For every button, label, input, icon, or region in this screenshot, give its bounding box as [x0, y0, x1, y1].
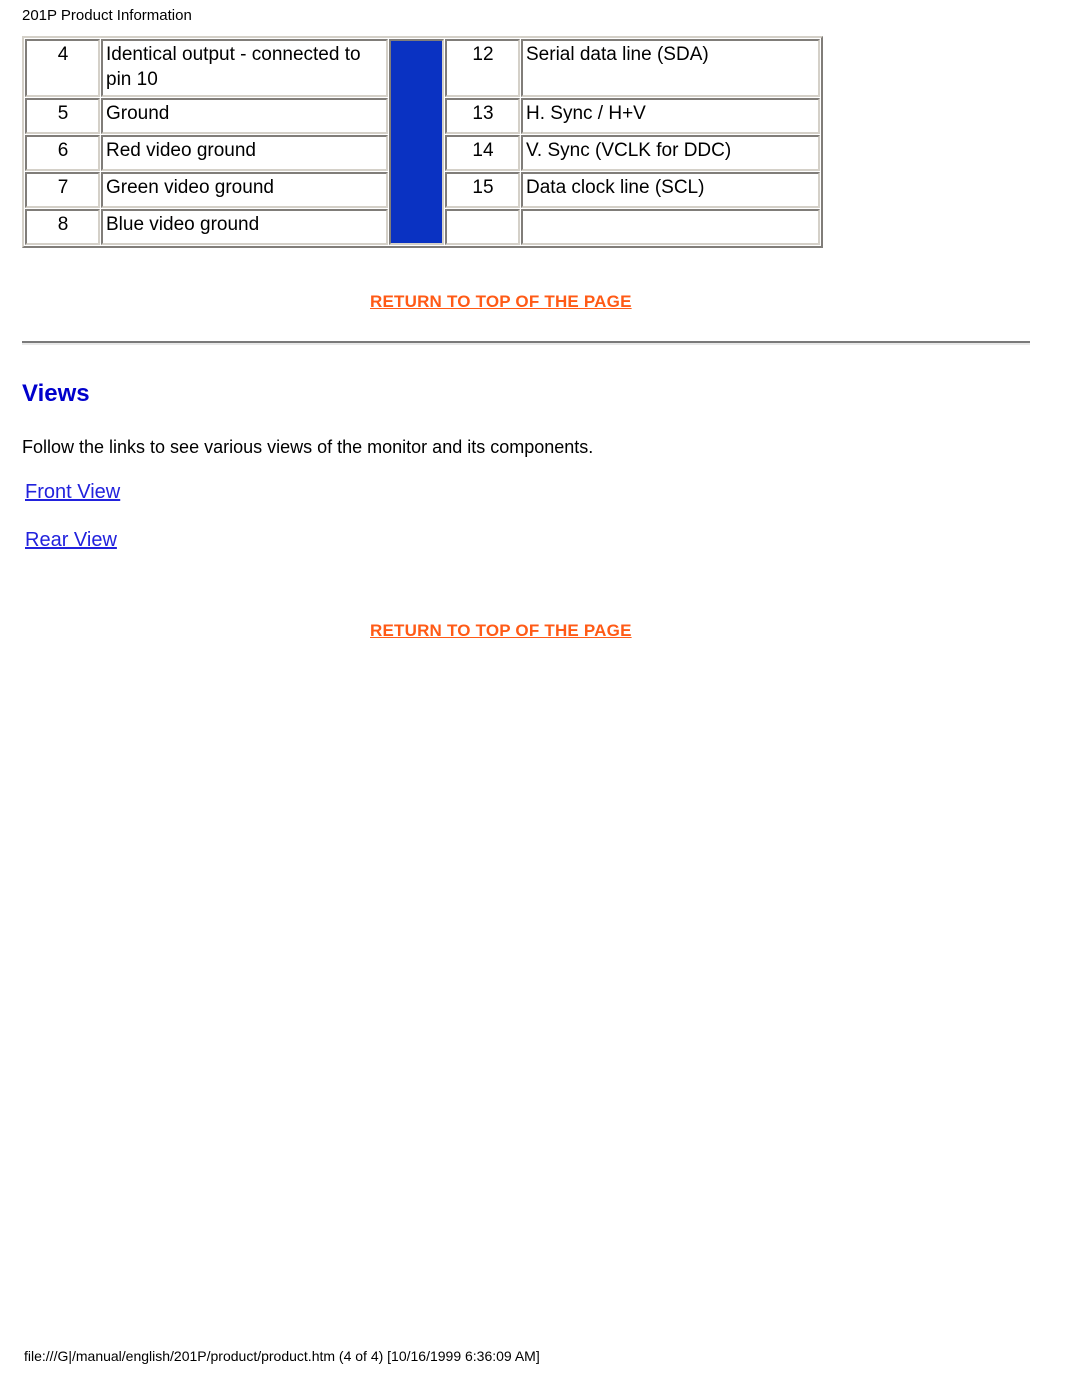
- pin-number-left: 8: [25, 209, 100, 245]
- pin-number-right: 15: [445, 172, 520, 208]
- pin-desc-right: Serial data line (SDA): [521, 39, 820, 97]
- return-to-top-link-1[interactable]: RETURN TO TOP OF THE PAGE: [370, 292, 632, 312]
- pin-desc-left: Red video ground: [101, 135, 388, 171]
- pin-number-left: 7: [25, 172, 100, 208]
- return-to-top-link-2[interactable]: RETURN TO TOP OF THE PAGE: [370, 621, 632, 641]
- pin-assignment-table: 4 Identical output - connected to pin 10…: [22, 36, 823, 248]
- rear-view-link[interactable]: Rear View: [25, 527, 117, 553]
- pin-number-right: 12: [445, 39, 520, 97]
- pin-desc-right: Data clock line (SCL): [521, 172, 820, 208]
- blue-divider-column: [389, 39, 444, 245]
- page-title: 201P Product Information: [22, 7, 192, 24]
- pin-number-left: 6: [25, 135, 100, 171]
- pin-number-right: 13: [445, 98, 520, 134]
- front-view-link[interactable]: Front View: [25, 479, 120, 505]
- pin-number-left: 4: [25, 39, 100, 97]
- table-row: 4 Identical output - connected to pin 10…: [25, 39, 820, 245]
- pin-desc-left: Ground: [101, 98, 388, 134]
- pin-desc-right: H. Sync / H+V: [521, 98, 820, 134]
- views-section-heading: Views: [22, 380, 90, 407]
- pin-number-left: 5: [25, 98, 100, 134]
- pin-desc-right-empty: [521, 209, 820, 245]
- pin-number-right-empty: [445, 209, 520, 245]
- horizontal-divider: [22, 341, 1030, 345]
- pin-desc-right: V. Sync (VCLK for DDC): [521, 135, 820, 171]
- pin-desc-left: Identical output - connected to pin 10: [101, 39, 388, 97]
- pin-assignment-table-wrapper: 4 Identical output - connected to pin 10…: [22, 36, 823, 248]
- pin-desc-left: Green video ground: [101, 172, 388, 208]
- page-footer-path: file:///G|/manual/english/201P/product/p…: [24, 1348, 540, 1364]
- views-section-description: Follow the links to see various views of…: [22, 437, 594, 457]
- pin-desc-left: Blue video ground: [101, 209, 388, 245]
- pin-number-right: 14: [445, 135, 520, 171]
